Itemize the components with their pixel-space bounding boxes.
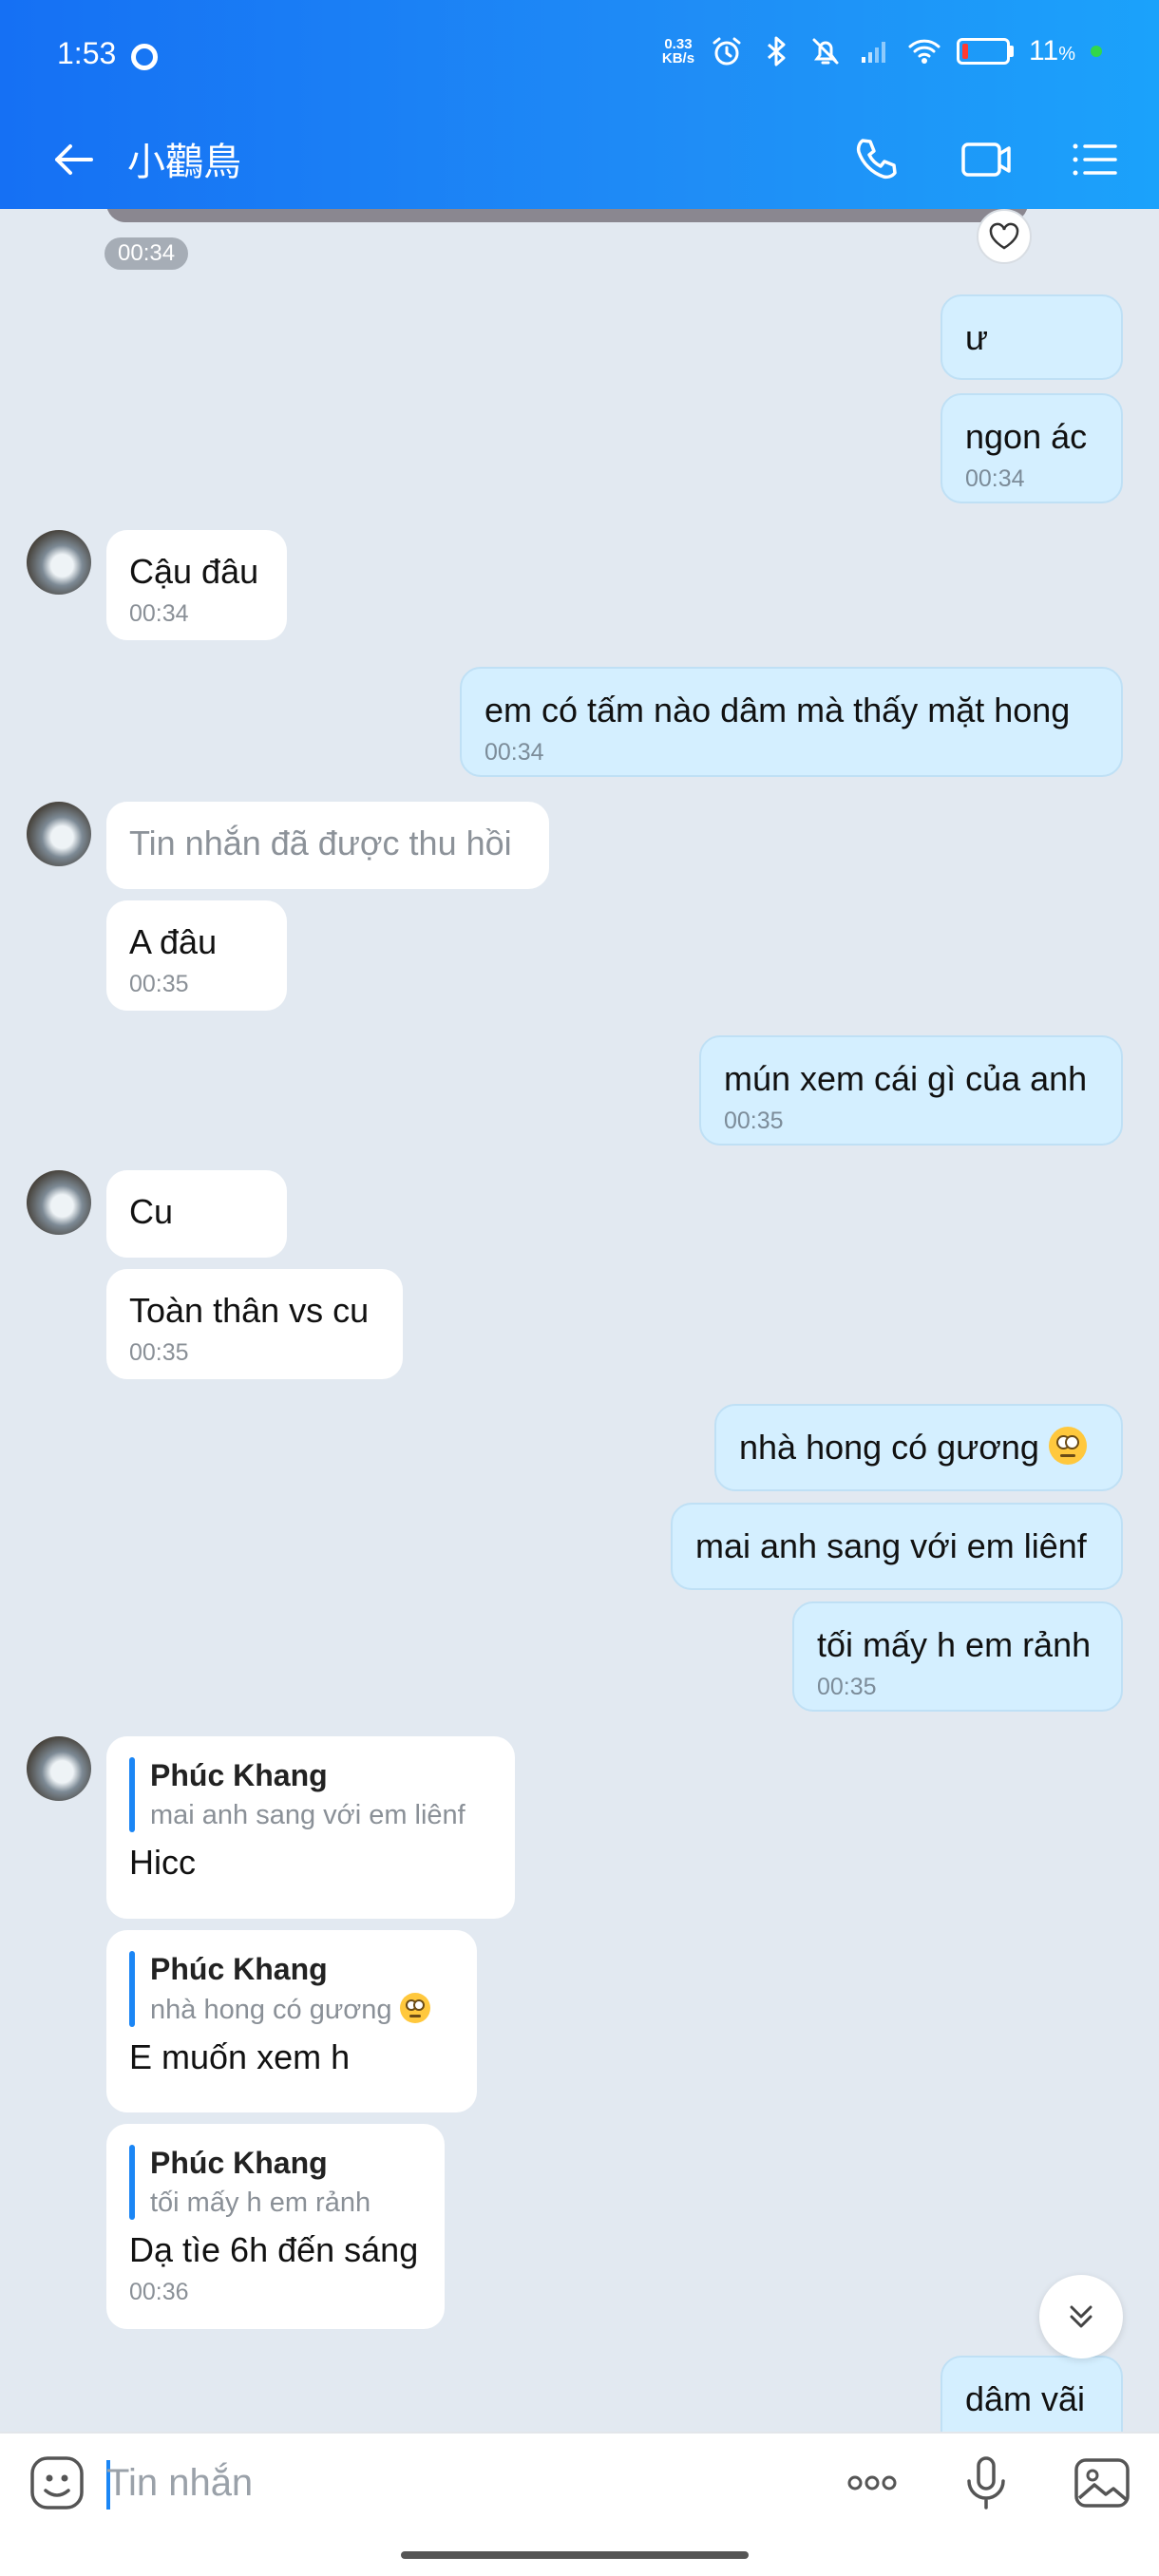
app-bar: 小鸛鳥 <box>0 114 1159 209</box>
avatar[interactable] <box>27 530 91 595</box>
recalled-message[interactable]: Tin nhắn đã được thu hồi <box>106 802 549 889</box>
battery-icon <box>957 38 1015 65</box>
message-text: E muốn xem h <box>129 2037 351 2077</box>
quote-text: tối mấy h em rảnh <box>150 2188 371 2219</box>
chat-screen: 1:53 0.33 KB/s 11% 小鸛鳥 00:34 ư ngon ác 0… <box>0 0 1159 2576</box>
message-text: tối mấy h em rảnh <box>817 1625 1092 1664</box>
image-timestamp: 00:34 <box>104 237 189 270</box>
incoming-message[interactable]: Cậu đâu 00:34 <box>106 530 287 640</box>
avatar[interactable] <box>27 1736 91 1801</box>
outgoing-message[interactable]: em có tấm nào dâm mà thấy mặt hong 00:34 <box>460 667 1123 777</box>
battery-level: 11% <box>1029 35 1075 66</box>
more-dots-icon[interactable] <box>842 2453 902 2513</box>
message-text: Toàn thân vs cu <box>129 1291 370 1330</box>
status-icons: 0.33 KB/s 11% <box>662 34 1102 68</box>
message-text: A đâu <box>129 922 218 961</box>
charging-dot-icon <box>1091 46 1102 57</box>
message-time: 00:34 <box>965 465 1025 493</box>
quoted-message[interactable]: Phúc Khang nhà hong có gương <box>129 1951 454 2028</box>
wifi-icon <box>908 39 940 64</box>
mute-bell-icon <box>812 38 839 65</box>
back-arrow-icon[interactable] <box>48 133 101 186</box>
outgoing-message[interactable]: ngon ác 00:34 <box>940 393 1123 503</box>
outgoing-message[interactable]: dâm vãi <box>940 2356 1123 2432</box>
bluetooth-icon <box>768 36 786 66</box>
quote-author: Phúc Khang <box>150 1952 328 1986</box>
message-time: 00:35 <box>817 1674 877 1701</box>
notification-dot-icon <box>131 44 158 70</box>
image-icon[interactable] <box>1072 2453 1132 2513</box>
message-text: Cu <box>129 1192 174 1231</box>
message-time: 00:36 <box>129 2279 189 2306</box>
message-text: Hicc <box>129 1843 196 1883</box>
chevron-double-down-icon <box>1070 2305 1092 2328</box>
status-bar: 1:53 0.33 KB/s 11% <box>0 0 1159 114</box>
video-camera-icon[interactable] <box>958 131 1015 188</box>
quote-text: mai anh sang với em liênf <box>150 1800 466 1831</box>
chat-title[interactable]: 小鸛鳥 <box>127 131 241 186</box>
incoming-message[interactable]: Cu <box>106 1170 287 1258</box>
message-list[interactable]: 00:34 ư ngon ác 00:34 Cậu đâu 00:34 em c… <box>0 209 1159 2432</box>
quote-text: nhà hong có gương <box>150 1995 392 2026</box>
message-text: dâm vãi <box>965 2379 1086 2418</box>
message-text: mai anh sang với em liênf <box>695 1526 1087 1565</box>
outgoing-message[interactable]: tối mấy h em rảnh 00:35 <box>792 1601 1123 1712</box>
quoted-message[interactable]: Phúc Khang tối mấy h em rảnh <box>129 2145 422 2221</box>
status-time: 1:53 <box>57 36 117 70</box>
message-text: ngon ác <box>965 417 1088 456</box>
image-message-fragment[interactable] <box>106 209 1028 222</box>
quoted-message[interactable]: Phúc Khang mai anh sang với em liênf <box>129 1757 492 1833</box>
quote-author: Phúc Khang <box>150 2146 328 2180</box>
reply-message[interactable]: Phúc Khang mai anh sang với em liênf Hic… <box>106 1736 515 1919</box>
scroll-to-bottom-button[interactable] <box>1039 2275 1123 2358</box>
message-text: Dạ tìe 6h đến sáng <box>129 2230 419 2270</box>
message-text: nhà hong có gương <box>739 1428 1039 1467</box>
message-text: Cậu đâu <box>129 552 259 591</box>
alarm-icon <box>712 37 741 66</box>
message-text: em có tấm nào dâm mà thấy mặt hong <box>484 691 1071 729</box>
message-time: 00:34 <box>484 739 544 767</box>
reply-message[interactable]: Phúc Khang tối mấy h em rảnh Dạ tìe 6h đ… <box>106 2124 445 2329</box>
message-time: 00:35 <box>129 1339 189 1367</box>
message-text: Tin nhắn đã được thu hồi <box>129 824 512 862</box>
list-menu-icon[interactable] <box>1066 131 1123 188</box>
home-indicator[interactable] <box>401 2551 749 2559</box>
outgoing-message[interactable]: mún xem cái gì của anh 00:35 <box>699 1035 1123 1146</box>
microphone-icon[interactable] <box>956 2453 1016 2513</box>
composer-bar <box>0 2432 1159 2576</box>
message-time: 00:35 <box>129 971 189 998</box>
message-text: mún xem cái gì của anh <box>724 1059 1088 1098</box>
reply-message[interactable]: Phúc Khang nhà hong có gương E muốn xem … <box>106 1930 477 2112</box>
incoming-message[interactable]: Toàn thân vs cu 00:35 <box>106 1269 403 1379</box>
outgoing-message[interactable]: mai anh sang với em liênf <box>671 1503 1123 1590</box>
message-input[interactable] <box>106 2451 809 2515</box>
eye-roll-emoji-icon <box>1048 1427 1087 1465</box>
heart-icon[interactable] <box>977 209 1032 264</box>
avatar[interactable] <box>27 802 91 866</box>
message-time: 00:34 <box>129 600 189 628</box>
outgoing-message[interactable]: nhà hong có gương <box>714 1404 1123 1491</box>
phone-icon[interactable] <box>847 131 904 188</box>
incoming-message[interactable]: A đâu 00:35 <box>106 900 287 1011</box>
sticker-face-icon[interactable] <box>27 2453 87 2513</box>
avatar[interactable] <box>27 1170 91 1235</box>
network-speed: 0.33 KB/s <box>661 36 695 66</box>
header: 1:53 0.33 KB/s 11% 小鸛鳥 <box>0 0 1159 209</box>
quote-author: Phúc Khang <box>150 1758 328 1792</box>
eye-roll-emoji-icon <box>399 1993 430 2024</box>
message-text: ư <box>965 318 989 357</box>
signal-icon <box>862 42 886 63</box>
message-time: 00:35 <box>724 1108 784 1135</box>
outgoing-message[interactable]: ư <box>940 294 1123 380</box>
